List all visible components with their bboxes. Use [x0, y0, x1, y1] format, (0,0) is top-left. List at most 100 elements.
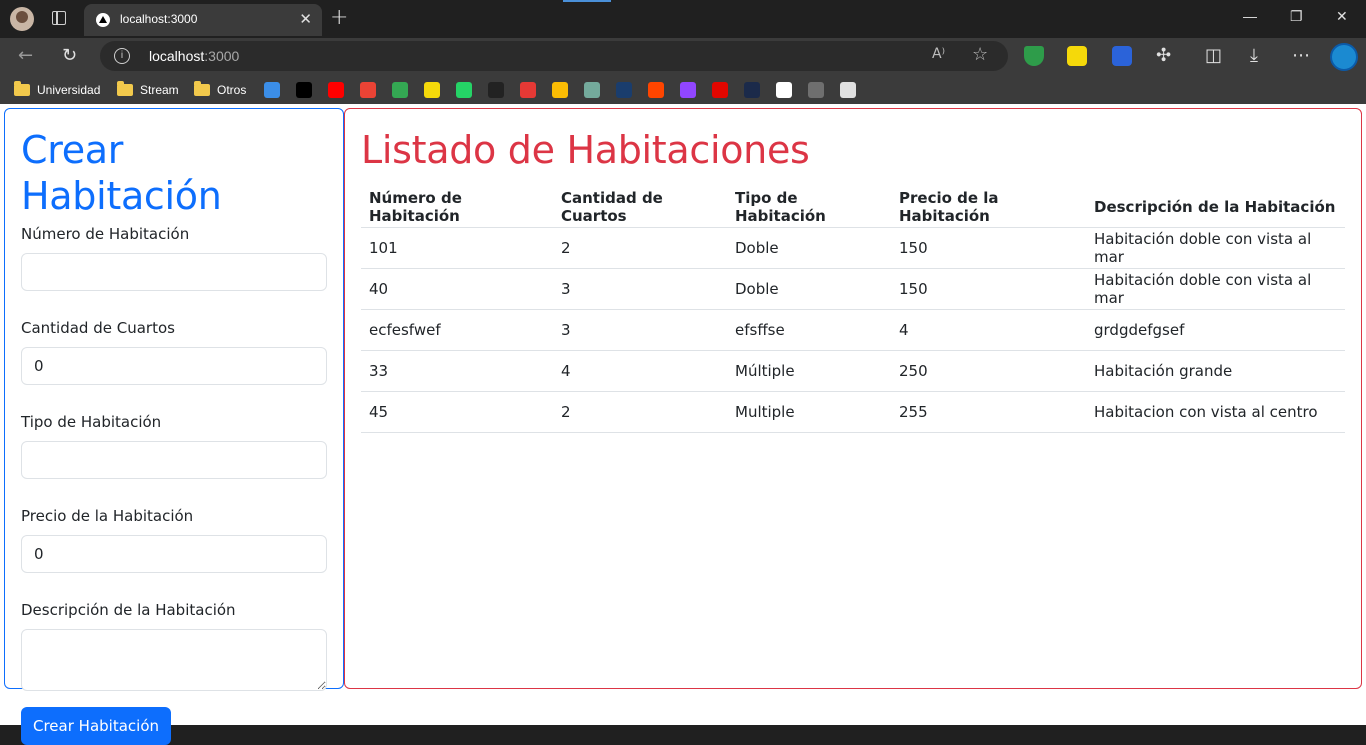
table-cell: Habitación doble con vista al mar: [1086, 268, 1345, 310]
header-descripcion: Descripción de la Habitación: [1086, 187, 1345, 228]
close-window-button[interactable]: ✕: [1336, 8, 1348, 25]
rooms-table: Número de Habitación Cantidad de Cuartos…: [361, 187, 1345, 433]
whatsapp-icon[interactable]: [456, 82, 472, 98]
f1-icon[interactable]: [712, 82, 728, 98]
table-cell: 4: [891, 309, 1086, 351]
room-number-input[interactable]: [21, 253, 327, 291]
site-info-icon[interactable]: i: [114, 48, 130, 64]
room-list-card: Listado de Habitaciones Número de Habita…: [344, 108, 1362, 689]
table-row: ecfesfwef 3 efsffse 4 grdgdefgsef: [361, 309, 1345, 351]
table-cell: 40: [361, 268, 553, 310]
table-cell: 250: [891, 350, 1086, 392]
bookmark-otros[interactable]: Otros: [194, 81, 246, 98]
bookmarks-bar: Universidad Stream Otros: [0, 76, 1366, 104]
table-cell: Múltiple: [727, 350, 891, 392]
star-icon[interactable]: [520, 82, 536, 98]
profile-avatar[interactable]: [10, 7, 34, 31]
room-type-input[interactable]: [21, 441, 327, 479]
form-title: Crear Habitación: [21, 128, 222, 218]
folder-icon: [14, 81, 30, 96]
drive-icon[interactable]: [392, 82, 408, 98]
table-row: 40 3 Doble 150 Habitación doble con vista al…: [361, 268, 1345, 310]
table-cell: 2: [553, 391, 727, 433]
close-tab-icon[interactable]: ✕: [299, 10, 312, 28]
gmail-icon[interactable]: [360, 82, 376, 98]
page-viewport: Crear Habitación Número de Habitación Ca…: [0, 104, 1366, 745]
restore-button[interactable]: ❐: [1290, 8, 1303, 25]
bookmark-stream[interactable]: Stream: [117, 81, 179, 98]
header-precio: Precio de la Habitación: [891, 187, 1086, 228]
table-cell: Doble: [727, 268, 891, 310]
table-cell: 150: [891, 268, 1086, 310]
split-screen-icon[interactable]: ◫: [1205, 45, 1222, 66]
table-cell: 45: [361, 391, 553, 433]
address-bar[interactable]: i localhost:3000 A⁾ ☆: [100, 41, 1008, 71]
table-cell: 3: [553, 268, 727, 310]
room-price-input[interactable]: [21, 535, 327, 573]
arrows-extension-icon[interactable]: [1067, 46, 1087, 66]
x-icon[interactable]: [296, 82, 312, 98]
youtube-icon[interactable]: [328, 82, 344, 98]
new-tab-button[interactable]: +: [330, 5, 348, 30]
room-count-label: Cantidad de Cuartos: [21, 319, 175, 337]
table-row: 45 2 Multiple 255 Habitacion con vista al ce…: [361, 391, 1345, 433]
room-price-label: Precio de la Habitación: [21, 507, 194, 525]
table-cell: 2: [553, 227, 727, 269]
bookmark-universidad[interactable]: Universidad: [14, 81, 100, 98]
table-cell: 33: [361, 350, 553, 392]
room-description-textarea[interactable]: [21, 629, 327, 691]
tab-actions-icon[interactable]: [52, 10, 66, 25]
nextjs-favicon-icon: [96, 13, 110, 27]
blue-shield-icon[interactable]: [616, 82, 632, 98]
header-tipo: Tipo de Habitación: [727, 187, 891, 228]
table-cell: 150: [891, 227, 1086, 269]
create-room-card: Crear Habitación Número de Habitación Ca…: [4, 108, 344, 745]
drop-icon[interactable]: [264, 82, 280, 98]
rss-icon[interactable]: [840, 82, 856, 98]
downloads-icon[interactable]: ⤓: [1250, 45, 1258, 66]
header-numero: Número de Habitación: [361, 187, 553, 228]
browser-tab-strip: localhost:3000 ✕ + — ❐ ✕: [0, 0, 1366, 38]
table-cell: grdgdefgsef: [1086, 309, 1345, 351]
table-row: 101 2 Doble 150 Habitación doble con vista a…: [361, 227, 1345, 269]
globe-icon[interactable]: [808, 82, 824, 98]
extensions-puzzle-icon[interactable]: ✣: [1156, 45, 1171, 66]
table-header-row: Número de Habitación Cantidad de Cuartos…: [361, 187, 1345, 228]
refresh-icon[interactable]: ↻: [62, 45, 77, 66]
window-accent-line: [563, 0, 611, 2]
table-cell: 255: [891, 391, 1086, 433]
table-cell: Habitación grande: [1086, 350, 1345, 392]
keep-icon[interactable]: [552, 82, 568, 98]
twitch-icon[interactable]: [680, 82, 696, 98]
table-cell: Multiple: [727, 391, 891, 433]
create-room-button[interactable]: Crear Habitación: [21, 707, 171, 745]
browser-tab[interactable]: localhost:3000 ✕: [84, 4, 322, 36]
favorite-star-icon[interactable]: ☆: [972, 44, 988, 65]
list-title: Listado de Habitaciones: [361, 128, 810, 172]
back-arrow-icon[interactable]: ←: [18, 45, 33, 66]
browser-toolbar: ← ↻ i localhost:3000 A⁾ ☆ ✣ ◫ ⤓ ⋯: [0, 38, 1366, 76]
minimize-button[interactable]: —: [1243, 8, 1257, 24]
bing-copilot-icon[interactable]: [1330, 43, 1358, 71]
yellow-note-icon[interactable]: [424, 82, 440, 98]
appletv-icon[interactable]: [488, 82, 504, 98]
read-aloud-icon[interactable]: A⁾: [932, 46, 945, 62]
url-text[interactable]: localhost:3000: [149, 48, 239, 64]
table-cell: Doble: [727, 227, 891, 269]
chatgpt-icon[interactable]: [584, 82, 600, 98]
header-cuartos: Cantidad de Cuartos: [553, 187, 727, 228]
github-icon[interactable]: [776, 82, 792, 98]
room-type-label: Tipo de Habitación: [21, 413, 162, 431]
table-cell: ecfesfwef: [361, 309, 553, 351]
room-count-input[interactable]: [21, 347, 327, 385]
table-cell: efsffse: [727, 309, 891, 351]
bitwarden-extension-icon[interactable]: [1112, 46, 1132, 66]
table-cell: 101: [361, 227, 553, 269]
table-cell: Habitación doble con vista al mar: [1086, 227, 1345, 269]
reddit-icon[interactable]: [648, 82, 664, 98]
shield-extension-icon[interactable]: [1024, 46, 1044, 66]
table-cell: 4: [553, 350, 727, 392]
more-options-icon[interactable]: ⋯: [1292, 45, 1310, 66]
fia-icon[interactable]: [744, 82, 760, 98]
folder-icon: [194, 81, 210, 96]
